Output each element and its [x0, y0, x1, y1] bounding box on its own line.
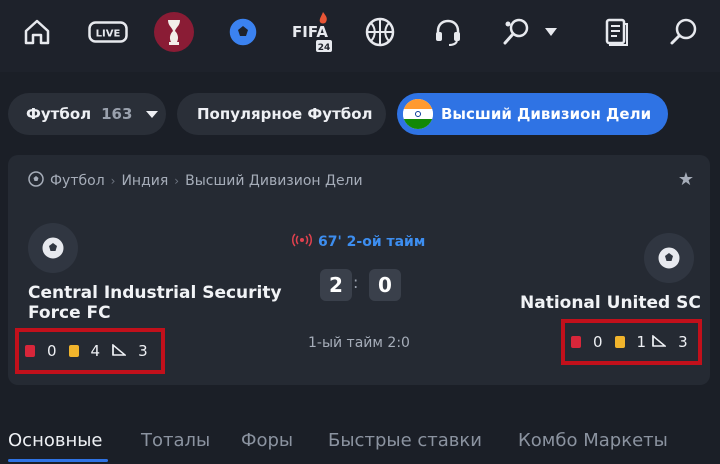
red-card-icon: [25, 345, 35, 357]
popular-filter-chip[interactable]: Популярное Футбол: [177, 93, 386, 135]
away-corners: 3: [678, 333, 688, 351]
home-corners: 3: [138, 342, 148, 360]
yellow-card-icon: [68, 345, 79, 357]
league-label: Высший Дивизион Дели: [441, 105, 652, 123]
favorite-star-icon[interactable]: ★: [678, 169, 694, 190]
breadcrumb-league[interactable]: Высший Дивизион Дели: [185, 173, 363, 189]
first-half-score: 1-ый тайм 2:0: [308, 335, 410, 351]
tab-handicaps[interactable]: Форы: [241, 430, 293, 451]
breadcrumb: Футбол › Индия › Высший Дивизион Дели: [28, 171, 363, 191]
away-team-logo: [644, 233, 694, 283]
home-team-stats: 0 4 3: [15, 328, 165, 374]
match-card[interactable]: Футбол › Индия › Высший Дивизион Дели ★ …: [8, 155, 710, 385]
tennis-icon[interactable]: [496, 12, 536, 52]
sport-filter-chip[interactable]: Футбол 163: [8, 93, 166, 135]
tab-quick-bets[interactable]: Быстрые ставки: [328, 430, 482, 451]
match-status-text: 67' 2-ой тайм: [318, 234, 426, 250]
match-status: 67' 2-ой тайм: [292, 233, 425, 251]
tab-main[interactable]: Основные: [8, 430, 103, 451]
svg-text:LIVE: LIVE: [96, 29, 121, 40]
live-icon[interactable]: LIVE: [86, 12, 130, 52]
fifa24-icon[interactable]: FIFA 24: [290, 12, 334, 53]
home-team-name: Central Industrial Security Force FC: [28, 283, 282, 323]
india-flag-icon: [403, 99, 433, 129]
soccer-ball-icon[interactable]: [223, 12, 263, 52]
red-card-icon: [571, 336, 581, 348]
corner-flag-icon: [112, 342, 128, 360]
home-icon[interactable]: [17, 12, 57, 52]
tab-totals[interactable]: Тоталы: [141, 430, 210, 451]
away-team-name: National United SC: [520, 293, 701, 313]
away-red-cards: 0: [593, 333, 603, 351]
headset-icon[interactable]: [428, 12, 468, 52]
filter-chips: Футбол 163 Популярное Футбол Высший Диви…: [0, 72, 720, 150]
market-tabs: Основные Тоталы Форы Быстрые ставки Комб…: [0, 424, 720, 464]
home-yellow-cards: 4: [90, 342, 101, 360]
svg-text:24: 24: [318, 43, 331, 53]
away-team-stats: 0 1 3: [561, 319, 702, 365]
home-team-name-line1: Central Industrial Security: [28, 283, 282, 303]
live-broadcast-icon: [292, 233, 312, 251]
svg-text:FIFA: FIFA: [292, 23, 328, 41]
corner-flag-icon: [652, 333, 668, 351]
chevron-right-icon: ›: [110, 174, 116, 188]
away-score: 0: [369, 269, 401, 301]
yellow-card-icon: [614, 336, 625, 348]
home-score: 2: [320, 269, 352, 301]
sport-label: Футбол: [26, 105, 92, 123]
chevron-down-icon[interactable]: [540, 12, 562, 52]
search-icon[interactable]: [664, 12, 704, 52]
breadcrumb-country[interactable]: Индия: [121, 173, 168, 189]
popular-label: Популярное Футбол: [197, 105, 373, 123]
soccer-ball-icon: [28, 171, 44, 191]
home-red-cards: 0: [47, 342, 57, 360]
breadcrumb-sport[interactable]: Футбол: [50, 173, 105, 189]
tab-combo-markets[interactable]: Комбо Маркеты: [518, 430, 668, 451]
basketball-icon[interactable]: [360, 12, 400, 52]
home-team-logo: [28, 223, 78, 273]
sport-count: 163: [101, 105, 133, 123]
top-nav: LIVE FIFA 24: [0, 0, 720, 72]
chevron-down-icon: [146, 110, 159, 118]
betslip-icon[interactable]: [596, 12, 636, 52]
chevron-right-icon: ›: [174, 174, 180, 188]
score-separator: :: [353, 273, 359, 292]
active-tab-indicator: [8, 459, 108, 462]
league-filter-chip[interactable]: Высший Дивизион Дели: [397, 93, 668, 135]
away-yellow-cards: 1: [636, 333, 647, 351]
home-team-name-line2: Force FC: [28, 303, 111, 323]
world-cup-icon[interactable]: [154, 12, 194, 52]
